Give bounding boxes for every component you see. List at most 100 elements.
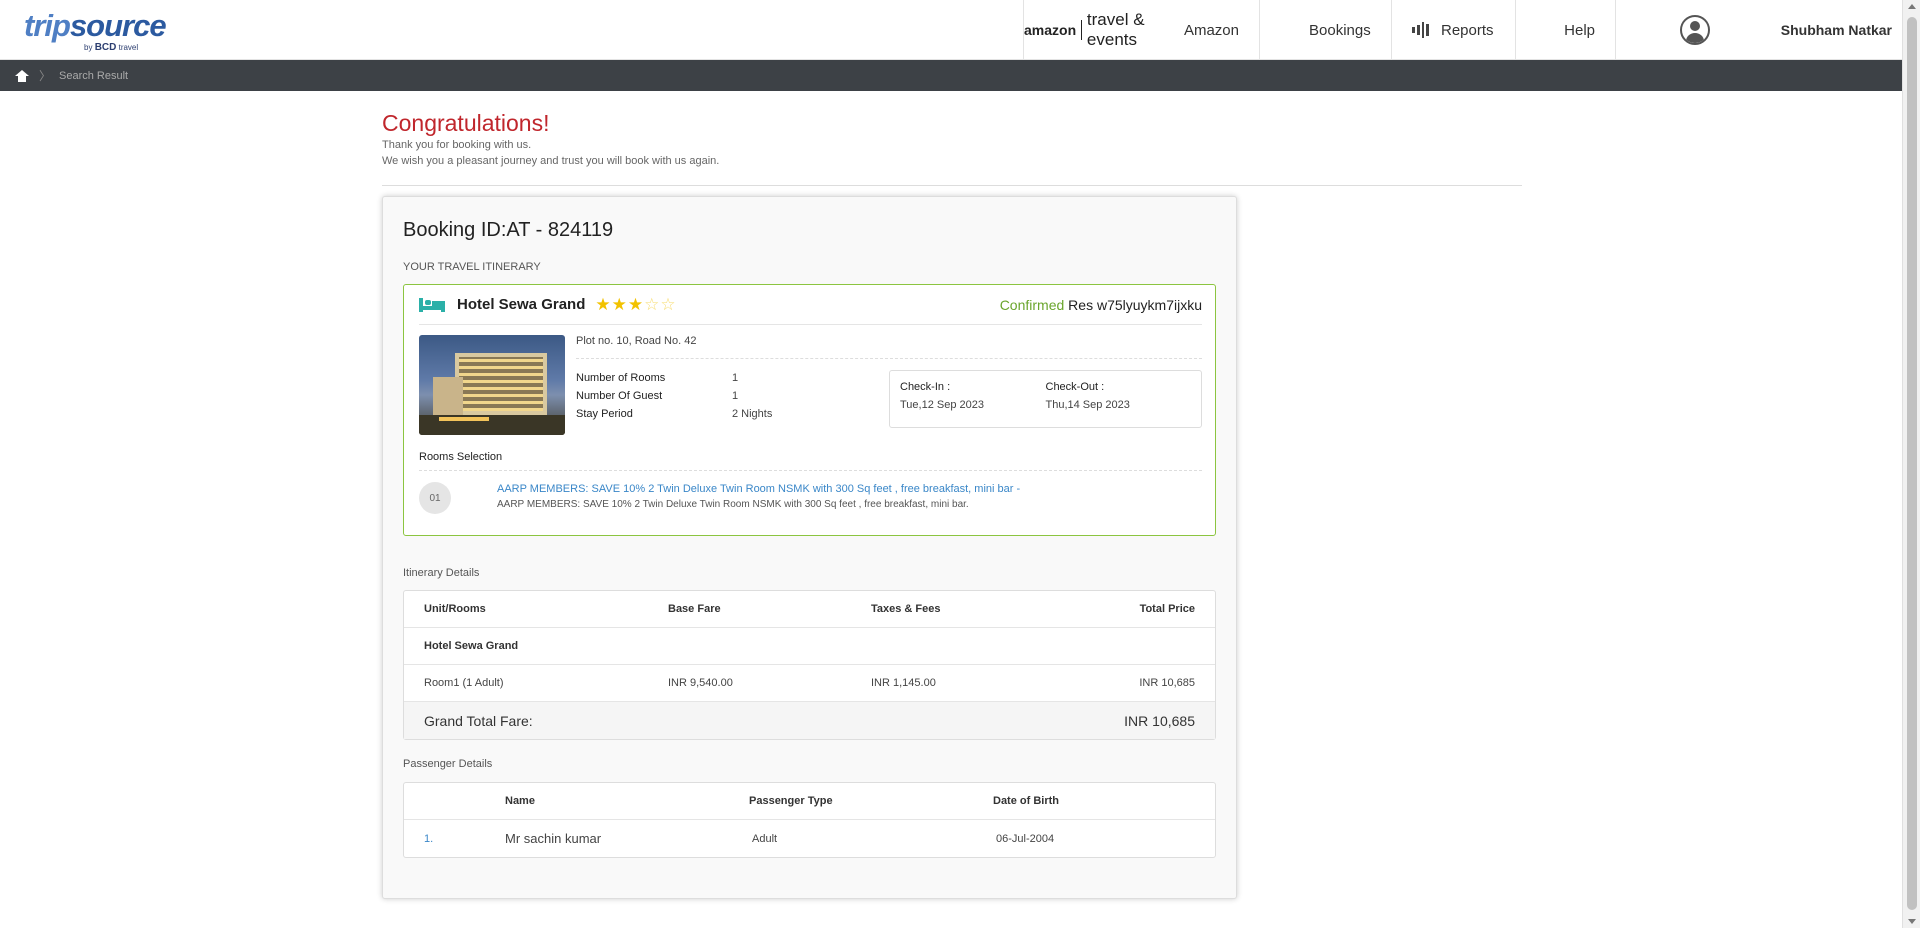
cell-index: 1.	[424, 832, 434, 845]
cell-total: INR 10,685	[1139, 677, 1195, 689]
itinerary-table: Unit/Rooms Base Fare Taxes & Fees Total …	[403, 590, 1216, 740]
star-empty-icon: ☆	[644, 295, 660, 314]
amazon-travel-logo: amazon travel & events	[1024, 10, 1174, 50]
booking-status: Confirmed Res w75lyuykm7ijxku	[1000, 297, 1202, 313]
cell-name: Mr sachin kumar	[505, 831, 602, 846]
congrats-line2: We wish you a pleasant journey and trust…	[382, 155, 720, 167]
detail-value: 1	[732, 390, 739, 402]
col-base-fare: Base Fare	[668, 603, 721, 615]
congrats-title: Congratulations!	[382, 110, 550, 136]
col-taxes-fees: Taxes & Fees	[871, 603, 941, 615]
rooms-selection-title: Rooms Selection	[419, 451, 1202, 471]
breadcrumb: 〉 Search Result	[0, 60, 1902, 91]
logo-text-source: source	[69, 8, 167, 43]
status-confirmed: Confirmed	[999, 296, 1065, 313]
booking-card: Booking ID:AT - 824119 YOUR TRAVEL ITINE…	[382, 196, 1237, 899]
congrats-section: Congratulations! Thank you for booking w…	[382, 110, 719, 169]
detail-label: Stay Period	[576, 408, 633, 420]
booking-details: Number of Rooms 1 Number Of Guest 1 Stay…	[576, 369, 772, 423]
star-icon: ★	[627, 295, 644, 314]
col-name: Name	[505, 795, 535, 807]
detail-label: Number of Rooms	[576, 372, 666, 384]
room-description: AARP MEMBERS: SAVE 10% 2 Twin Deluxe Twi…	[497, 499, 969, 510]
check-out-value: Thu,14 Sep 2023	[1045, 399, 1130, 411]
bar-chart-icon	[1412, 22, 1429, 38]
table-header-row: Name Passenger Type Date of Birth	[404, 783, 1215, 820]
check-in-out-box: Check-In : Tue,12 Sep 2023 Check-Out : T…	[889, 370, 1202, 428]
check-in-value: Tue,12 Sep 2023	[900, 399, 984, 411]
check-out: Check-Out : Thu,14 Sep 2023	[1046, 381, 1192, 417]
grand-total-label: Grand Total Fare:	[424, 712, 533, 729]
hotel-row-name: Hotel Sewa Grand	[424, 640, 519, 652]
room-number-badge: 01	[419, 482, 451, 514]
check-in: Check-In : Tue,12 Sep 2023	[900, 381, 1046, 417]
grand-total-value: INR 10,685	[1124, 712, 1195, 729]
nav-reports-label: Reports	[1441, 21, 1494, 39]
nav-help[interactable]: Help	[1515, 0, 1615, 60]
travel-events-text: travel & events	[1086, 10, 1145, 49]
congrats-line1: Thank you for booking with us.	[382, 139, 532, 151]
top-header: tripsource by BCD travel amazon travel &…	[0, 0, 1902, 60]
logo-travel: travel	[118, 43, 139, 52]
reservation-number: Res w75lyuykm7ijxku	[1068, 296, 1202, 313]
star-icon: ★	[611, 295, 627, 314]
amazon-company-name: Amazon	[1183, 21, 1239, 39]
nav-reports[interactable]: Reports	[1391, 0, 1515, 60]
col-passenger-type: Passenger Type	[749, 795, 833, 807]
check-out-label: Check-Out :	[1045, 381, 1105, 393]
scroll-up-arrow-icon[interactable]	[1908, 4, 1916, 9]
star-empty-icon: ☆	[660, 295, 676, 314]
hotel-address: Plot no. 10, Road No. 42	[576, 335, 1202, 359]
home-icon[interactable]	[15, 69, 29, 82]
detail-value: 2 Nights	[732, 408, 773, 420]
room-type-link[interactable]: AARP MEMBERS: SAVE 10% 2 Twin Deluxe Twi…	[497, 483, 1020, 495]
cell-base-fare: INR 9,540.00	[668, 677, 733, 689]
user-name: Shubham Natkar	[1780, 22, 1892, 38]
logo-by: by	[84, 43, 93, 52]
user-menu[interactable]: Shubham Natkar	[1615, 0, 1902, 60]
table-row: Room1 (1 Adult) INR 9,540.00 INR 1,145.0…	[404, 665, 1215, 702]
col-dob: Date of Birth	[993, 795, 1059, 807]
grand-total-row: Grand Total Fare: INR 10,685	[404, 702, 1215, 739]
nav-bookings-label: Bookings	[1309, 21, 1371, 39]
star-rating: ★ ★ ★ ☆ ☆	[595, 296, 675, 313]
hotel-header: Hotel Sewa Grand ★ ★ ★ ☆ ☆ Confirmed Res…	[419, 285, 1202, 325]
menu-icon	[1536, 23, 1552, 37]
nav-help-label: Help	[1564, 21, 1595, 39]
detail-row: Stay Period 2 Nights	[576, 405, 772, 423]
amazon-travel-item[interactable]: amazon travel & events Amazon	[1023, 0, 1259, 60]
passenger-table: Name Passenger Type Date of Birth 1. Mr …	[403, 782, 1216, 858]
logo-text-trip: trip	[24, 8, 71, 43]
hotel-image	[419, 335, 565, 435]
check-in-label: Check-In :	[900, 381, 951, 393]
tripsource-logo[interactable]: tripsource by BCD travel	[24, 8, 167, 53]
col-unit-rooms: Unit/Rooms	[424, 603, 486, 615]
booking-id: Booking ID:AT - 824119	[403, 219, 614, 241]
vertical-scrollbar[interactable]	[1902, 0, 1920, 928]
itinerary-label: YOUR TRAVEL ITINERARY	[403, 261, 541, 273]
cell-passenger-type: Adult	[752, 832, 778, 845]
amazon-logo-text: amazon	[1024, 22, 1077, 38]
divider	[382, 185, 1522, 186]
detail-label: Number Of Guest	[576, 390, 663, 402]
menu-icon	[1280, 23, 1297, 37]
table-header-row: Unit/Rooms Base Fare Taxes & Fees Total …	[404, 591, 1215, 628]
itinerary-details-title: Itinerary Details	[403, 567, 480, 579]
cell-dob: 06-Jul-2004	[996, 832, 1055, 845]
user-avatar-icon	[1680, 15, 1710, 45]
detail-row: Number of Rooms 1	[576, 369, 772, 387]
table-row: Hotel Sewa Grand	[404, 628, 1215, 665]
chevron-right-icon: 〉	[39, 69, 52, 83]
scroll-down-arrow-icon[interactable]	[1908, 919, 1916, 924]
nav-bookings[interactable]: Bookings	[1259, 0, 1391, 60]
scroll-thumb[interactable]	[1907, 17, 1917, 910]
top-nav: amazon travel & events Amazon Bookings R…	[1023, 0, 1902, 60]
bed-icon	[419, 297, 445, 312]
cell-room: Room1 (1 Adult)	[424, 677, 504, 689]
passenger-details-title: Passenger Details	[403, 758, 493, 770]
table-row: 1. Mr sachin kumar Adult 06-Jul-2004	[404, 820, 1215, 857]
detail-row: Number Of Guest 1	[576, 387, 772, 405]
star-icon: ★	[595, 295, 611, 314]
detail-value: 1	[732, 372, 739, 384]
logo-bcd: BCD	[94, 42, 117, 53]
